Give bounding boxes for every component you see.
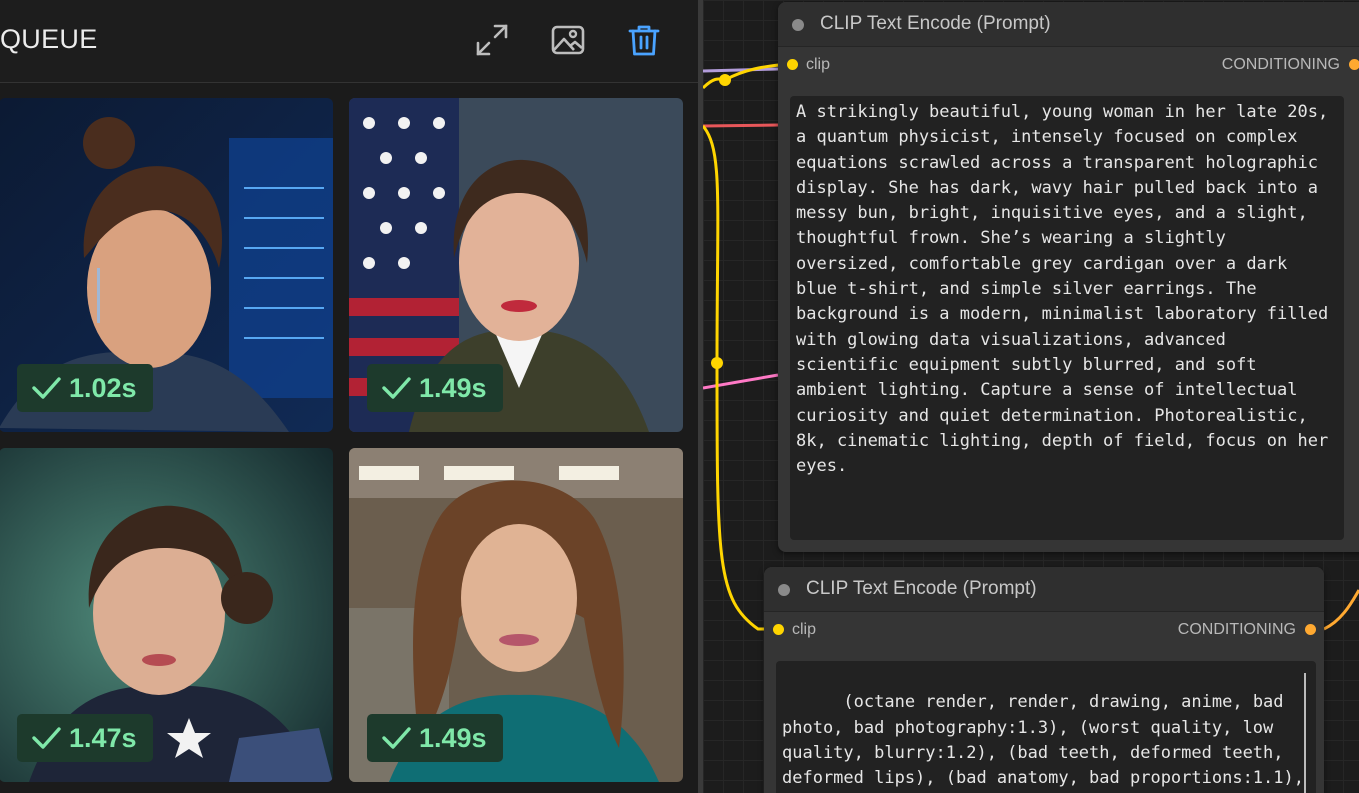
conditioning-output-slot[interactable]: [1349, 59, 1359, 70]
check-icon: [379, 721, 413, 755]
completion-badge: 1.49s: [367, 364, 503, 412]
clear-queue-button[interactable]: [626, 22, 662, 58]
duration-label: 1.49s: [419, 372, 487, 403]
negative-prompt-textarea[interactable]: (octane render, render, drawing, anime, …: [776, 661, 1316, 793]
clip-input-slot[interactable]: [787, 59, 798, 70]
queue-header: QUEUE: [0, 0, 698, 83]
textarea-scrollbar[interactable]: [1304, 673, 1306, 793]
expand-button[interactable]: [474, 22, 510, 58]
node-title-bar[interactable]: CLIP Text Encode (Prompt): [764, 567, 1324, 612]
clip-text-encode-node[interactable]: CLIP Text Encode (Prompt) clip CONDITION…: [764, 567, 1324, 793]
queue-panel: QUEUE 1.02s 1.49s 1.47s 1.49s: [0, 0, 698, 793]
node-title-bar[interactable]: CLIP Text Encode (Prompt): [778, 2, 1359, 47]
queue-item[interactable]: 1.02s: [0, 98, 333, 432]
clip-input-slot[interactable]: [773, 624, 784, 635]
queue-item[interactable]: 1.47s: [0, 448, 333, 782]
clip-input-label: clip: [806, 56, 831, 73]
collapse-dot[interactable]: [792, 19, 804, 31]
image-icon: [551, 25, 585, 55]
image-view-button[interactable]: [550, 22, 586, 58]
check-icon: [29, 371, 63, 405]
duration-label: 1.47s: [69, 722, 137, 753]
collapse-dot[interactable]: [778, 584, 790, 596]
prompt-text: (octane render, render, drawing, anime, …: [782, 692, 1304, 789]
conditioning-output-label: CONDITIONING: [1221, 56, 1340, 73]
conditioning-output-label: CONDITIONING: [1177, 621, 1296, 638]
node-title: CLIP Text Encode (Prompt): [806, 578, 1037, 599]
check-icon: [29, 721, 63, 755]
clip-text-encode-node[interactable]: CLIP Text Encode (Prompt) clip CONDITION…: [778, 2, 1359, 552]
trash-icon: [628, 25, 660, 56]
clip-input-label: clip: [792, 621, 817, 638]
prompt-textarea[interactable]: A strikingly beautiful, young woman in h…: [790, 96, 1344, 540]
queue-item[interactable]: 1.49s: [349, 98, 683, 432]
completion-badge: 1.49s: [367, 714, 503, 762]
duration-label: 1.02s: [69, 372, 137, 403]
expand-icon: [476, 24, 508, 56]
queue-title: QUEUE: [0, 24, 98, 54]
duration-label: 1.49s: [419, 722, 487, 753]
node-graph-canvas[interactable]: CLIP Text Encode (Prompt) clip CONDITION…: [703, 0, 1359, 793]
conditioning-output-slot[interactable]: [1305, 624, 1316, 635]
queue-item[interactable]: 1.49s: [349, 448, 683, 782]
node-title: CLIP Text Encode (Prompt): [820, 13, 1051, 34]
check-icon: [379, 371, 413, 405]
completion-badge: 1.02s: [17, 364, 153, 412]
completion-badge: 1.47s: [17, 714, 153, 762]
